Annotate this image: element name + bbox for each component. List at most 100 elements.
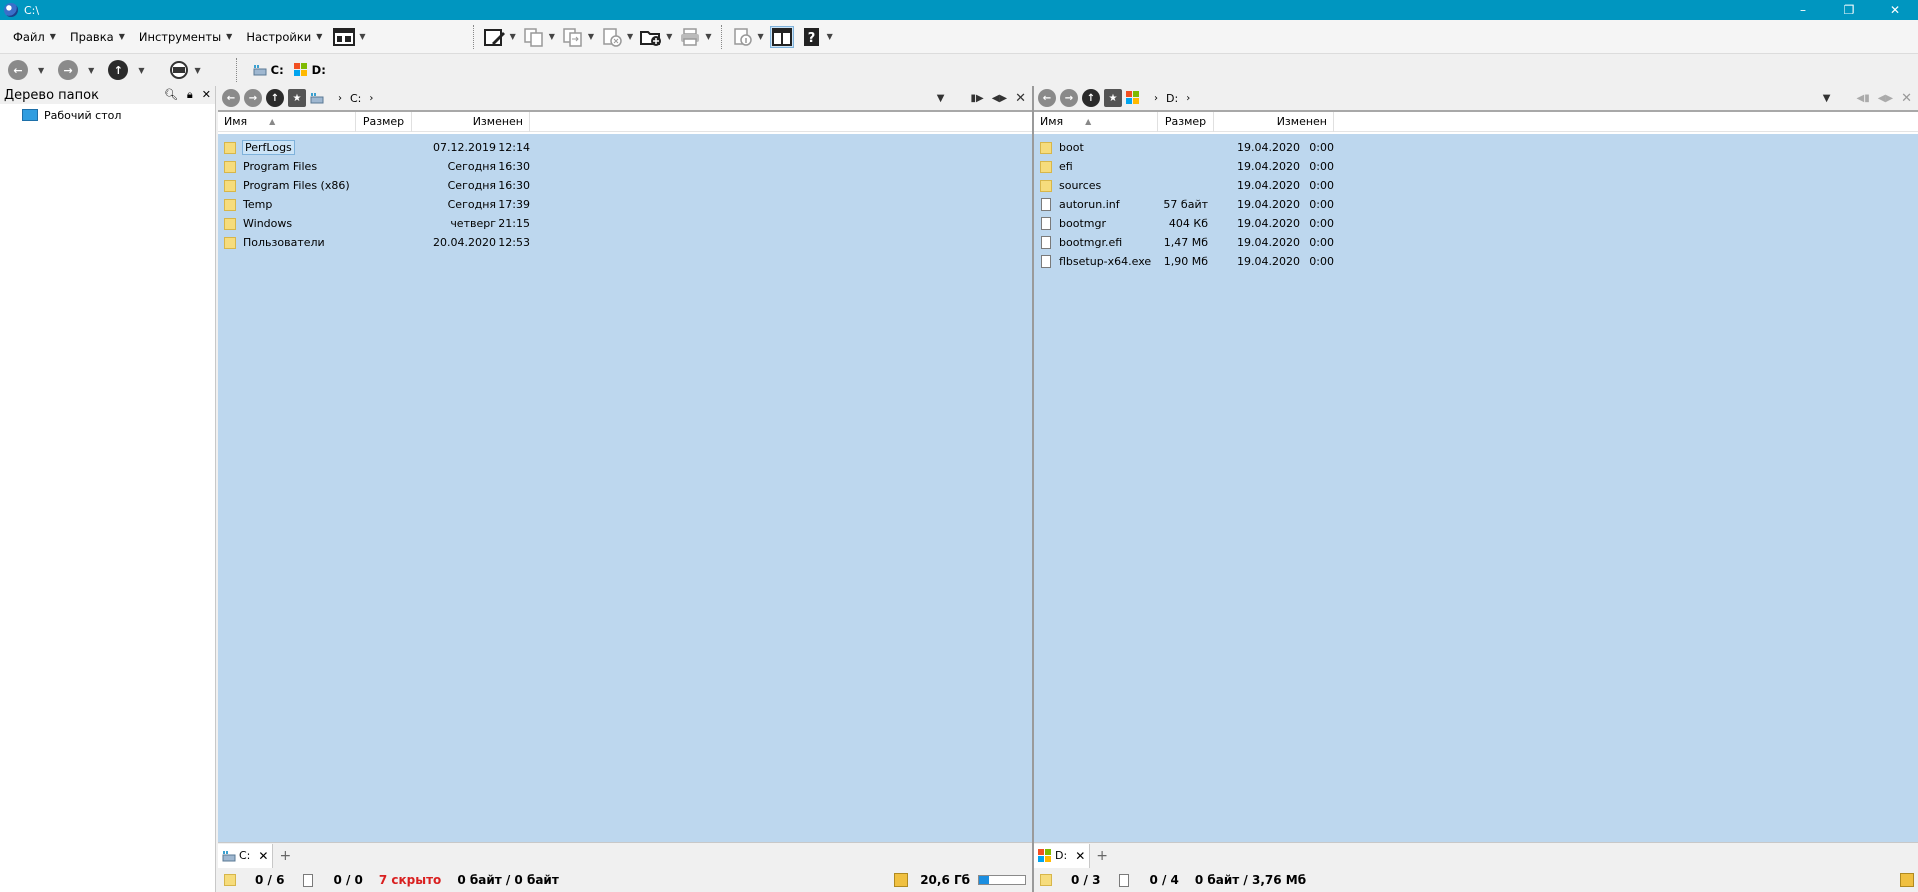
right-file-list[interactable]: boot 19.04.2020 0:00 efi 19.04.2020 0:00 sourc… xyxy=(1034,134,1918,842)
help-button[interactable]: ? ▼ xyxy=(797,23,836,51)
file-row[interactable]: bootmgr.efi 1,47 Мб 19.04.2020 0:00 xyxy=(1034,233,1918,252)
file-row[interactable]: Temp Сегодня 17:39 xyxy=(218,195,1032,214)
column-modified[interactable]: Изменен xyxy=(412,111,530,132)
lock-icon[interactable]: 🔒︎ xyxy=(187,88,193,102)
file-row[interactable]: Program Files (x86) Сегодня 16:30 xyxy=(218,176,1032,195)
swap-panels-icon[interactable]: ◀▮ xyxy=(1857,93,1870,104)
forward-button[interactable]: → xyxy=(244,89,262,107)
file-time: 0:00 xyxy=(1309,160,1334,173)
network-button[interactable]: ▼ xyxy=(164,56,203,84)
dual-panel-button[interactable] xyxy=(767,23,797,51)
chevron-down-icon[interactable]: ▼ xyxy=(38,66,44,75)
column-name[interactable]: Имя ▲ xyxy=(1034,111,1158,132)
back-button[interactable]: ← xyxy=(1038,89,1056,107)
file-name: Program Files xyxy=(243,160,318,173)
tree-item-desktop[interactable]: Рабочий стол xyxy=(0,106,215,124)
column-size-label: Размер xyxy=(1164,115,1207,128)
file-name: boot xyxy=(1059,141,1084,154)
close-window-button[interactable]: ✕ xyxy=(1872,0,1918,20)
column-name-label: Имя xyxy=(224,115,248,128)
chevron-down-icon[interactable]: ▼ xyxy=(138,66,144,75)
close-panel-icon[interactable]: ✕ xyxy=(1901,91,1912,106)
chevron-down-icon[interactable]: ▼ xyxy=(88,66,94,75)
minimize-button[interactable]: – xyxy=(1780,0,1826,20)
file-row[interactable]: PerfLogs 07.12.2019 12:14 xyxy=(218,138,1032,157)
menu-file[interactable]: Файл ▼ xyxy=(6,25,63,49)
delete-button[interactable]: ▼ xyxy=(597,23,636,51)
close-icon[interactable]: ✕ xyxy=(202,88,211,102)
move-button[interactable]: ▼ xyxy=(558,23,597,51)
file-row[interactable]: Windows четверг 21:15 xyxy=(218,214,1032,233)
file-date: 19.04.2020 xyxy=(1237,198,1300,211)
column-size[interactable]: Размер xyxy=(1158,111,1214,132)
back-button[interactable]: ← xyxy=(8,60,28,80)
menu-settings[interactable]: Настройки ▼ xyxy=(239,25,329,49)
add-tab-button[interactable]: + xyxy=(279,848,291,864)
rename-button[interactable]: ▼ xyxy=(480,23,519,51)
unlock-icon[interactable] xyxy=(894,873,909,887)
folder-icon xyxy=(1040,160,1052,173)
file-name-cell: bootmgr xyxy=(1034,217,1158,230)
right-file-panel: ← → ↑ ★ › D: › ▼ ◀▮ ◀▶ ✕ Имя ▲ Размер Изм… xyxy=(1034,86,1918,892)
back-button[interactable]: ← xyxy=(222,89,240,107)
drive-d-button[interactable]: D: xyxy=(293,63,326,77)
file-name: Windows xyxy=(243,217,293,230)
menu-edit[interactable]: Правка ▼ xyxy=(63,25,132,49)
left-file-list[interactable]: PerfLogs 07.12.2019 12:14 Program Files Сего… xyxy=(218,134,1032,842)
close-tab-icon[interactable]: ✕ xyxy=(1075,849,1085,863)
column-modified-label: Изменен xyxy=(1276,115,1327,128)
chevron-down-icon[interactable]: ▼ xyxy=(937,93,945,104)
copy-button[interactable]: ▼ xyxy=(519,23,558,51)
drive-c-button[interactable]: C: xyxy=(253,63,284,77)
file-row[interactable]: Пользователи 20.04.2020 12:53 xyxy=(218,233,1032,252)
tab-drive-d[interactable]: D: ✕ xyxy=(1034,843,1091,868)
new-folder-button[interactable]: ▼ xyxy=(636,23,675,51)
file-name: bootmgr.efi xyxy=(1059,236,1123,249)
tab-drive-c[interactable]: C: ✕ xyxy=(218,843,274,868)
close-panel-icon[interactable]: ✕ xyxy=(1015,91,1026,106)
file-name: efi xyxy=(1059,160,1073,173)
search-icon[interactable]: 🔍︎ xyxy=(164,88,178,102)
forward-button[interactable]: → xyxy=(58,60,79,80)
breadcrumb-drive[interactable]: D: xyxy=(1166,92,1178,105)
file-time: 12:53 xyxy=(498,236,530,249)
free-space: 20,6 Гб xyxy=(920,873,970,887)
breadcrumb[interactable]: › C: › xyxy=(330,92,381,105)
favorites-button[interactable]: ★ xyxy=(288,89,306,107)
column-modified[interactable]: Изменен xyxy=(1214,111,1334,132)
column-size[interactable]: Размер xyxy=(356,111,412,132)
sync-panels-icon[interactable]: ◀▶ xyxy=(1878,93,1893,104)
up-button[interactable]: ↑ xyxy=(266,89,284,107)
restore-button[interactable]: ❐ xyxy=(1826,0,1872,20)
swap-panels-icon[interactable]: ▮▶ xyxy=(971,93,984,104)
breadcrumb-drive[interactable]: C: xyxy=(350,92,361,105)
file-row[interactable]: Program Files Сегодня 16:30 xyxy=(218,157,1032,176)
print-button[interactable]: ▼ xyxy=(675,23,714,51)
file-row[interactable]: flbsetup-x64.exe 1,90 Мб 19.04.2020 0:00 xyxy=(1034,252,1918,271)
add-tab-button[interactable]: + xyxy=(1096,848,1108,864)
chevron-down-icon: ▼ xyxy=(226,32,233,41)
file-row[interactable]: efi 19.04.2020 0:00 xyxy=(1034,157,1918,176)
menu-tools[interactable]: Инструменты ▼ xyxy=(132,25,239,49)
column-name[interactable]: Имя ▲ xyxy=(218,111,356,132)
close-tab-icon[interactable]: ✕ xyxy=(258,849,268,863)
copy-icon xyxy=(522,26,546,48)
file-row[interactable]: sources 19.04.2020 0:00 xyxy=(1034,176,1918,195)
file-row[interactable]: boot 19.04.2020 0:00 xyxy=(1034,138,1918,157)
view-mode-button[interactable]: ▼ xyxy=(329,23,368,51)
chevron-down-icon[interactable]: ▼ xyxy=(1823,93,1831,104)
favorites-button[interactable]: ★ xyxy=(1104,89,1122,107)
up-button[interactable]: ↑ xyxy=(1082,89,1100,107)
file-date: 19.04.2020 xyxy=(1237,141,1300,154)
sync-panels-icon[interactable]: ◀▶ xyxy=(992,93,1007,104)
printer-icon xyxy=(678,26,702,48)
forward-button[interactable]: → xyxy=(1060,89,1078,107)
file-row[interactable]: autorun.inf 57 байт 19.04.2020 0:00 xyxy=(1034,195,1918,214)
breadcrumb[interactable]: › D: › xyxy=(1146,92,1198,105)
file-row[interactable]: bootmgr 404 Кб 19.04.2020 0:00 xyxy=(1034,214,1918,233)
up-button[interactable]: ↑ xyxy=(108,60,129,80)
unlock-icon[interactable] xyxy=(1900,873,1914,887)
properties-button[interactable]: ▼ xyxy=(728,23,767,51)
hidden-count[interactable]: 7 скрыто xyxy=(379,873,441,887)
toolbar-separator xyxy=(235,58,237,82)
